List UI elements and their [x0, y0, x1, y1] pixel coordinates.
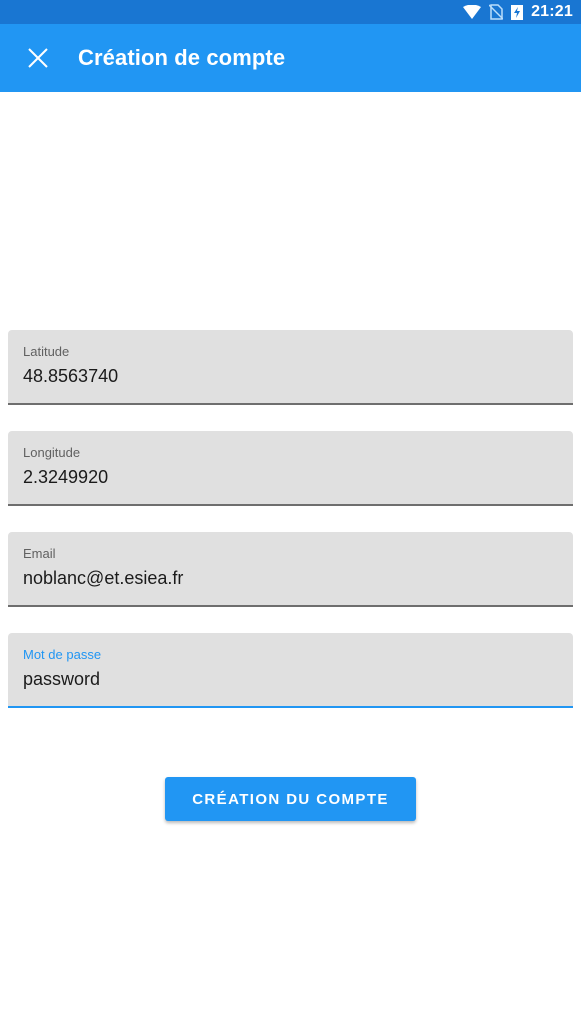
page-title: Création de compte — [78, 45, 286, 70]
no-sim-icon — [489, 4, 504, 20]
close-button[interactable] — [25, 45, 51, 71]
latitude-label: Latitude — [23, 344, 70, 359]
status-bar: 21:21 — [0, 0, 581, 24]
status-time: 21:21 — [531, 3, 573, 20]
email-field[interactable]: Email — [8, 532, 573, 607]
email-input[interactable] — [23, 568, 553, 589]
password-input[interactable] — [23, 669, 553, 690]
create-account-button[interactable]: CRÉATION DU COMPTE — [165, 777, 416, 821]
wifi-icon — [463, 5, 482, 19]
password-label: Mot de passe — [23, 647, 102, 662]
latitude-input[interactable] — [23, 366, 553, 387]
app-bar: Création de compte — [0, 24, 581, 92]
latitude-field[interactable]: Latitude — [8, 330, 573, 405]
longitude-label: Longitude — [23, 445, 81, 460]
email-label: Email — [23, 546, 56, 561]
longitude-input[interactable] — [23, 467, 553, 488]
close-icon — [28, 48, 48, 68]
longitude-field[interactable]: Longitude — [8, 431, 573, 506]
battery-charging-icon — [511, 4, 524, 20]
password-field[interactable]: Mot de passe — [8, 633, 573, 708]
